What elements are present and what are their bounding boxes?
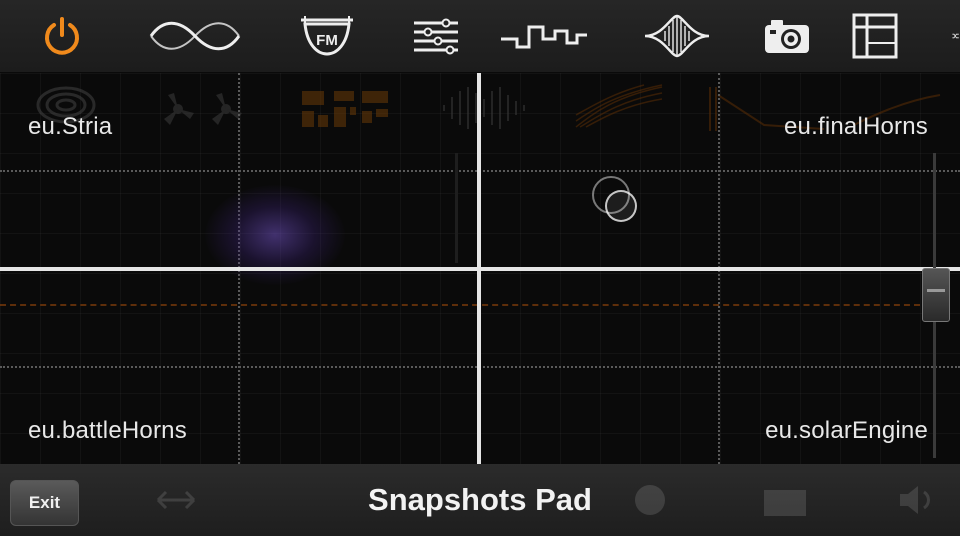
- oscillator-button[interactable]: [148, 6, 242, 66]
- horizontal-axis: [0, 267, 960, 271]
- effects-button[interactable]: [642, 6, 712, 66]
- propeller-icon: [164, 93, 242, 125]
- bottom-bar: Exit Snapshots Pad: [0, 464, 960, 536]
- corner-label-bottom-left: eu.battleHorns: [28, 417, 187, 444]
- corner-label-bottom-right: eu.solarEngine: [765, 417, 928, 444]
- fm-button[interactable]: FM: [296, 6, 358, 66]
- corner-label-top-left: eu.Stria: [28, 113, 113, 140]
- pad-cursor[interactable]: [605, 190, 637, 222]
- link-icon: [156, 490, 196, 510]
- page-title: Snapshots Pad: [368, 482, 592, 517]
- power-icon: [45, 17, 79, 55]
- mixer-sliders-icon: [414, 18, 458, 55]
- speaker-icon: [900, 486, 930, 514]
- grid-layout-icon: [852, 13, 898, 59]
- pattern-blocks-icon: [302, 91, 388, 127]
- waveform-ghost-icon: [443, 87, 525, 129]
- sine-wave-icon: [149, 21, 241, 51]
- folder-icon: [764, 490, 806, 516]
- exit-button[interactable]: Exit: [10, 480, 79, 526]
- randomize-button[interactable]: [936, 6, 960, 66]
- morph-trace: [0, 304, 920, 306]
- square-wave-icon: [501, 25, 587, 49]
- shuffle-icon: [952, 33, 959, 39]
- snapshot-pad[interactable]: eu.Stria eu.finalHorns eu.battleHorns eu…: [0, 73, 960, 464]
- power-button[interactable]: [34, 6, 90, 66]
- grain-ghost-icon: [575, 84, 663, 128]
- snapshot-button[interactable]: [762, 6, 812, 66]
- mixer-button[interactable]: [410, 6, 462, 66]
- waveform-envelope-icon: [644, 14, 710, 58]
- sequencer-button[interactable]: [498, 6, 590, 66]
- pad-layout-button[interactable]: [850, 6, 900, 66]
- camera-icon: [765, 20, 809, 53]
- volume-slider-knob[interactable]: [922, 268, 950, 322]
- top-toolbar: FM: [0, 0, 960, 73]
- fm-module-icon: FM: [301, 16, 353, 56]
- slider-track-ghost: [455, 153, 458, 263]
- svg-text:FM: FM: [316, 32, 338, 49]
- corner-label-top-right: eu.finalHorns: [783, 113, 928, 140]
